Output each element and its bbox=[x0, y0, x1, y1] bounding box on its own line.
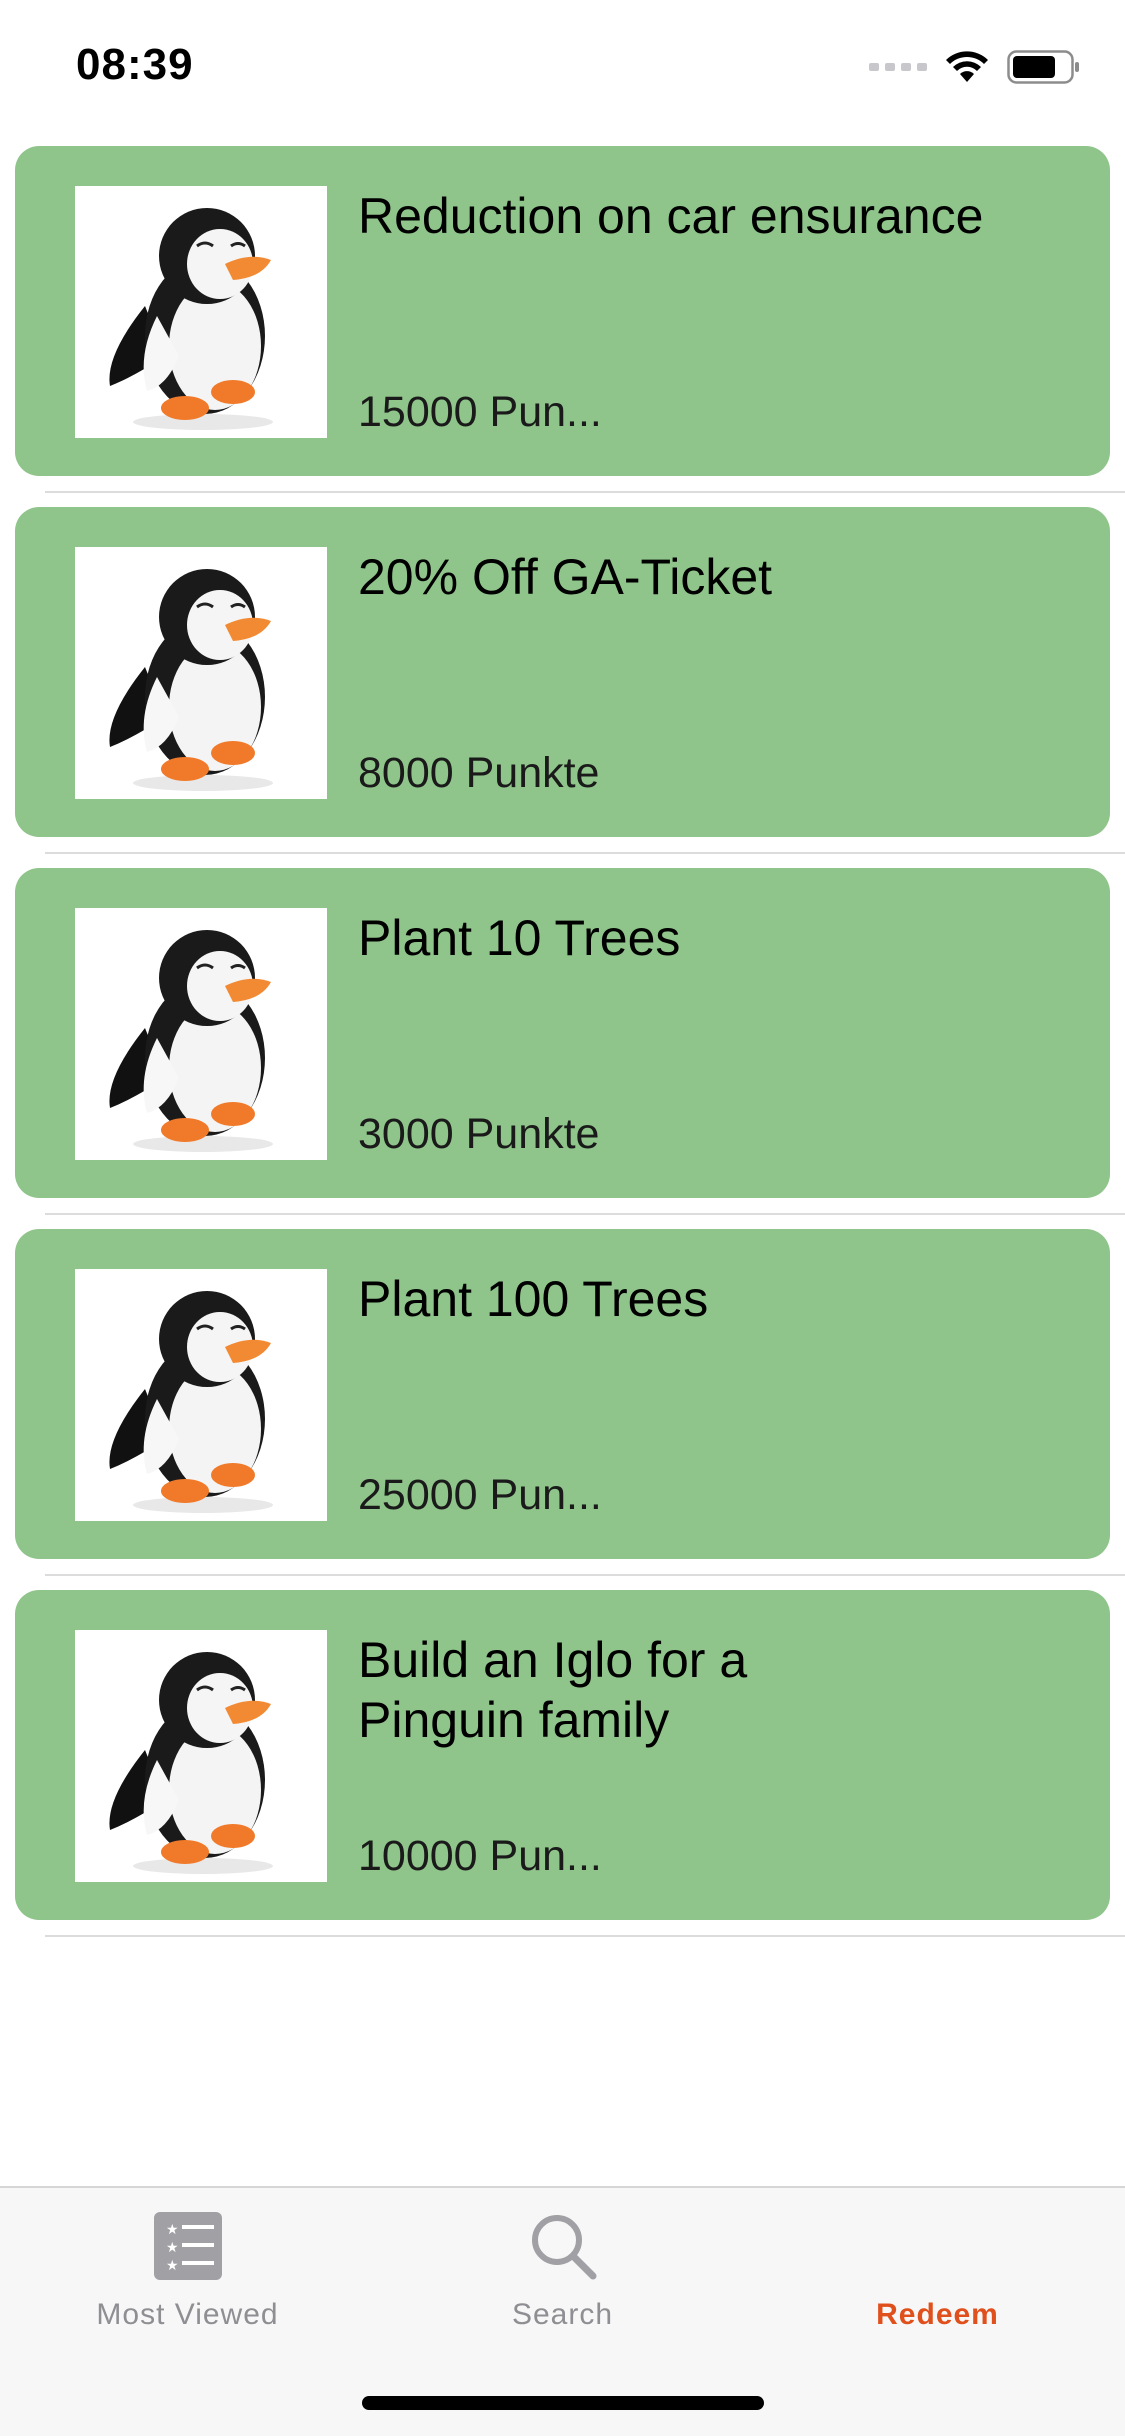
row-separator bbox=[45, 1213, 1125, 1215]
status-time: 08:39 bbox=[76, 40, 194, 89]
reward-row: Reduction on car ensurance 15000 Pun... bbox=[0, 146, 1125, 507]
reward-card[interactable]: 20% Off GA-Ticket 8000 Punkte bbox=[15, 507, 1110, 837]
reward-row: 20% Off GA-Ticket 8000 Punkte bbox=[0, 507, 1125, 868]
row-separator bbox=[45, 491, 1125, 493]
reward-title: Build an Iglo for a Pinguin family bbox=[358, 1632, 748, 1748]
reward-title: Plant 100 Trees bbox=[358, 1271, 709, 1327]
search-icon bbox=[531, 2215, 596, 2280]
reward-card[interactable]: Reduction on car ensurance 15000 Pun... bbox=[15, 146, 1110, 476]
status-icons bbox=[869, 50, 1081, 84]
tab-redeem[interactable]: Redeem bbox=[750, 2188, 1125, 2368]
rewards-list: Reduction on car ensurance 15000 Pun... bbox=[0, 146, 1125, 1951]
battery-icon bbox=[1007, 50, 1079, 84]
reward-points: 10000 Pun... bbox=[358, 1832, 602, 1880]
reward-title: Plant 10 Trees bbox=[358, 910, 681, 966]
reward-card[interactable]: Plant 10 Trees 3000 Punkte bbox=[15, 868, 1110, 1198]
home-indicator[interactable] bbox=[362, 2396, 764, 2410]
reward-card[interactable]: Build an Iglo for a Pinguin family 10000… bbox=[15, 1590, 1110, 1920]
reward-card[interactable]: Plant 100 Trees 25000 Pun... bbox=[15, 1229, 1110, 1559]
row-separator bbox=[45, 852, 1125, 854]
svg-text:★: ★ bbox=[166, 2222, 179, 2238]
penguin-image bbox=[75, 908, 327, 1160]
row-separator bbox=[45, 1574, 1125, 1576]
reward-title: 20% Off GA-Ticket bbox=[358, 549, 773, 605]
reward-row: Build an Iglo for a Pinguin family 10000… bbox=[0, 1590, 1125, 1951]
tab-most-viewed[interactable]: ★ ★ ★ Most Viewed bbox=[0, 2188, 375, 2368]
reward-points: 8000 Punkte bbox=[358, 749, 600, 797]
reward-points: 15000 Pun... bbox=[358, 388, 602, 436]
reward-points: 3000 Punkte bbox=[358, 1110, 600, 1158]
reward-row: Plant 10 Trees 3000 Punkte bbox=[0, 868, 1125, 1229]
tab-label: Most Viewed bbox=[96, 2298, 279, 2331]
reward-title: Reduction on car ensurance bbox=[358, 188, 984, 244]
penguin-image bbox=[75, 1269, 327, 1521]
svg-text:★: ★ bbox=[166, 2258, 179, 2274]
penguin-image bbox=[75, 186, 327, 438]
cellular-signal-icon bbox=[869, 63, 927, 71]
penguin-image bbox=[75, 1630, 327, 1882]
row-separator bbox=[45, 1935, 1125, 1937]
tab-label: Search bbox=[511, 2298, 614, 2331]
most-viewed-list-icon: ★ ★ ★ bbox=[153, 2212, 222, 2280]
status-bar: 08:39 bbox=[0, 0, 1125, 132]
screen: 08:39 Reduction on car ensurance 15000 P… bbox=[0, 0, 1125, 2436]
penguin-image bbox=[75, 547, 327, 799]
tab-search[interactable]: Search bbox=[375, 2188, 750, 2368]
wifi-icon bbox=[946, 51, 988, 82]
tab-label: Redeem bbox=[876, 2298, 999, 2331]
reward-row: Plant 100 Trees 25000 Pun... bbox=[0, 1229, 1125, 1590]
reward-points: 25000 Pun... bbox=[358, 1471, 602, 1519]
svg-text:★: ★ bbox=[166, 2240, 179, 2256]
